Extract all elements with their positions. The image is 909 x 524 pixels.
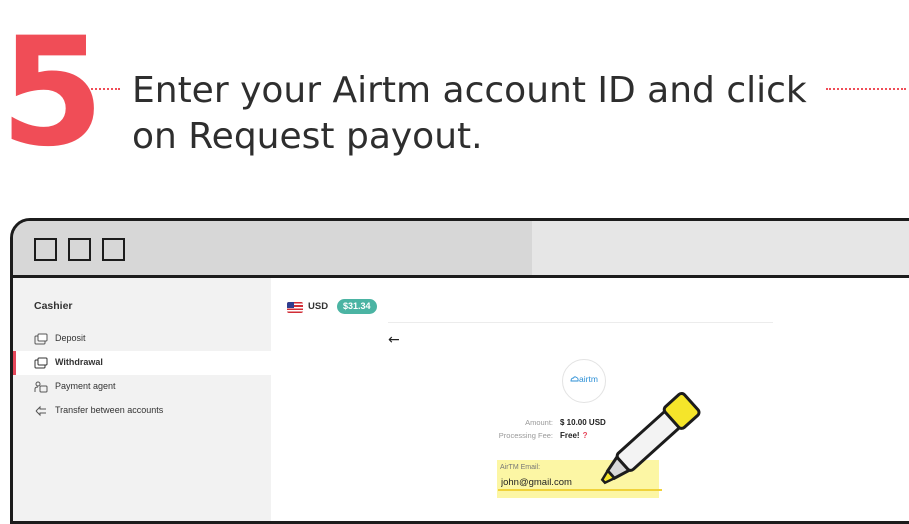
browser-window: Cashier Deposit Withdrawal Payment agent bbox=[10, 218, 909, 524]
airtm-logo-label: airtm bbox=[579, 374, 598, 384]
balance-badge: $31.34 bbox=[337, 299, 377, 314]
dotted-line-right bbox=[826, 88, 906, 90]
window-button-icon[interactable] bbox=[34, 238, 57, 261]
sidebar-item-payment-agent[interactable]: Payment agent bbox=[13, 375, 271, 399]
sidebar-item-label: Withdrawal bbox=[55, 357, 103, 367]
amount-label: Amount: bbox=[525, 418, 553, 427]
payment-agent-icon bbox=[34, 381, 48, 393]
dotted-line-left bbox=[80, 88, 120, 90]
deposit-icon bbox=[34, 333, 48, 345]
sidebar-item-label: Deposit bbox=[55, 333, 86, 343]
cashier-sidebar: Cashier Deposit Withdrawal Payment agent bbox=[13, 278, 271, 521]
sidebar-item-transfer[interactable]: Transfer between accounts bbox=[13, 399, 271, 423]
step-number: 5 bbox=[0, 6, 104, 180]
fee-value: Free! bbox=[560, 431, 580, 440]
sidebar-item-label: Payment agent bbox=[55, 381, 116, 391]
fee-help-icon[interactable]: ? bbox=[583, 431, 588, 440]
us-flag-icon bbox=[287, 302, 303, 313]
step-instruction: Enter your Airtm account ID and click on… bbox=[132, 70, 807, 157]
fee-value-row: Free!? bbox=[560, 431, 587, 440]
account-currency: USD bbox=[308, 301, 329, 312]
back-arrow-icon[interactable]: ← bbox=[388, 333, 400, 347]
fee-label: Processing Fee: bbox=[498, 431, 553, 440]
browser-title-bar bbox=[13, 221, 909, 278]
browser-address-area bbox=[532, 221, 909, 275]
window-button-icon[interactable] bbox=[68, 238, 91, 261]
withdrawal-icon bbox=[34, 357, 48, 369]
header-divider bbox=[388, 322, 773, 323]
email-label: AirTM Email: bbox=[500, 464, 541, 471]
airtm-logo-text: airtm bbox=[567, 374, 601, 384]
sidebar-item-withdrawal[interactable]: Withdrawal bbox=[13, 351, 271, 375]
sidebar-item-label: Transfer between accounts bbox=[55, 405, 164, 415]
window-button-icon[interactable] bbox=[102, 238, 125, 261]
page-content: Cashier Deposit Withdrawal Payment agent bbox=[13, 278, 909, 521]
sidebar-title: Cashier bbox=[34, 300, 73, 312]
transfer-icon bbox=[34, 405, 48, 417]
sidebar-item-deposit[interactable]: Deposit bbox=[13, 327, 271, 351]
highlighter-marker-icon bbox=[600, 392, 701, 485]
